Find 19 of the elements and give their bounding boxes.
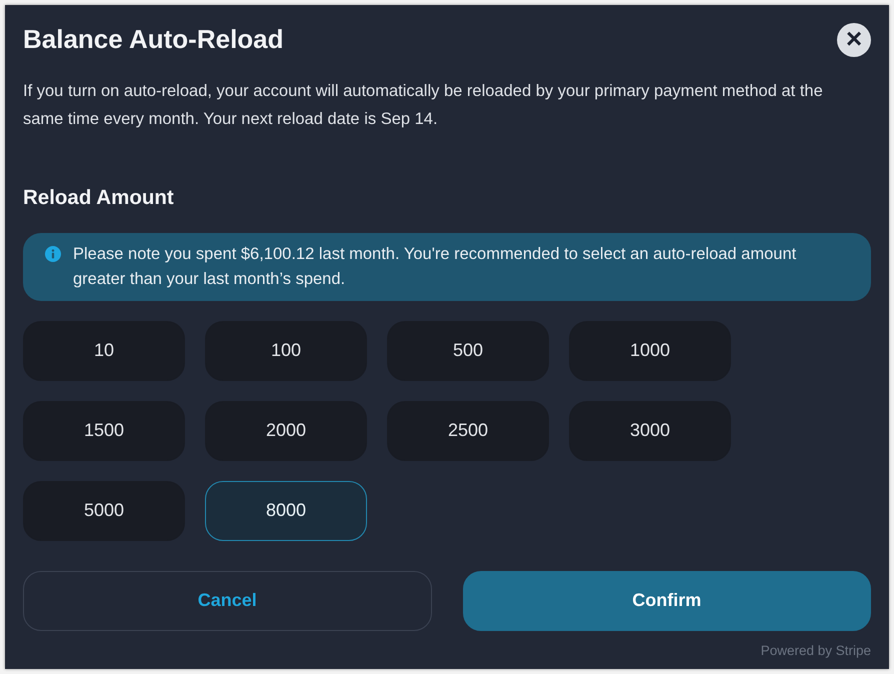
notice-text: Please note you spent $6,100.12 last month. You're recommended to select an auto-reload amount greater than your last month’s spend.	[73, 244, 798, 290]
amount-option[interactable]: 3000	[569, 400, 731, 461]
description-text: If you turn on auto-reload, your account will automatically be reloaded by your primary payment method at the same time every month. Your next reload date is Sep 14.	[23, 81, 824, 130]
section-heading: Reload Amount	[23, 186, 175, 211]
amount-option[interactable]: 10	[23, 320, 185, 381]
amount-option[interactable]: 500	[387, 320, 549, 381]
amount-option[interactable]: 2000	[205, 400, 367, 461]
info-icon	[45, 246, 61, 262]
close-button[interactable]: ×	[837, 23, 871, 57]
confirm-button[interactable]: Confirm	[462, 570, 871, 631]
amount-option[interactable]: 5000	[23, 480, 185, 541]
dialog-title: Balance Auto-Reload	[23, 24, 284, 56]
amount-option[interactable]: 1000	[569, 320, 731, 381]
amount-option[interactable]: 8000	[205, 480, 367, 541]
cancel-button[interactable]: Cancel	[23, 570, 432, 631]
amount-option[interactable]: 2500	[387, 400, 549, 461]
amount-option[interactable]: 1500	[23, 400, 185, 461]
powered-by-text: Powered by Stripe	[760, 642, 871, 659]
amount-option[interactable]: 100	[205, 320, 367, 381]
